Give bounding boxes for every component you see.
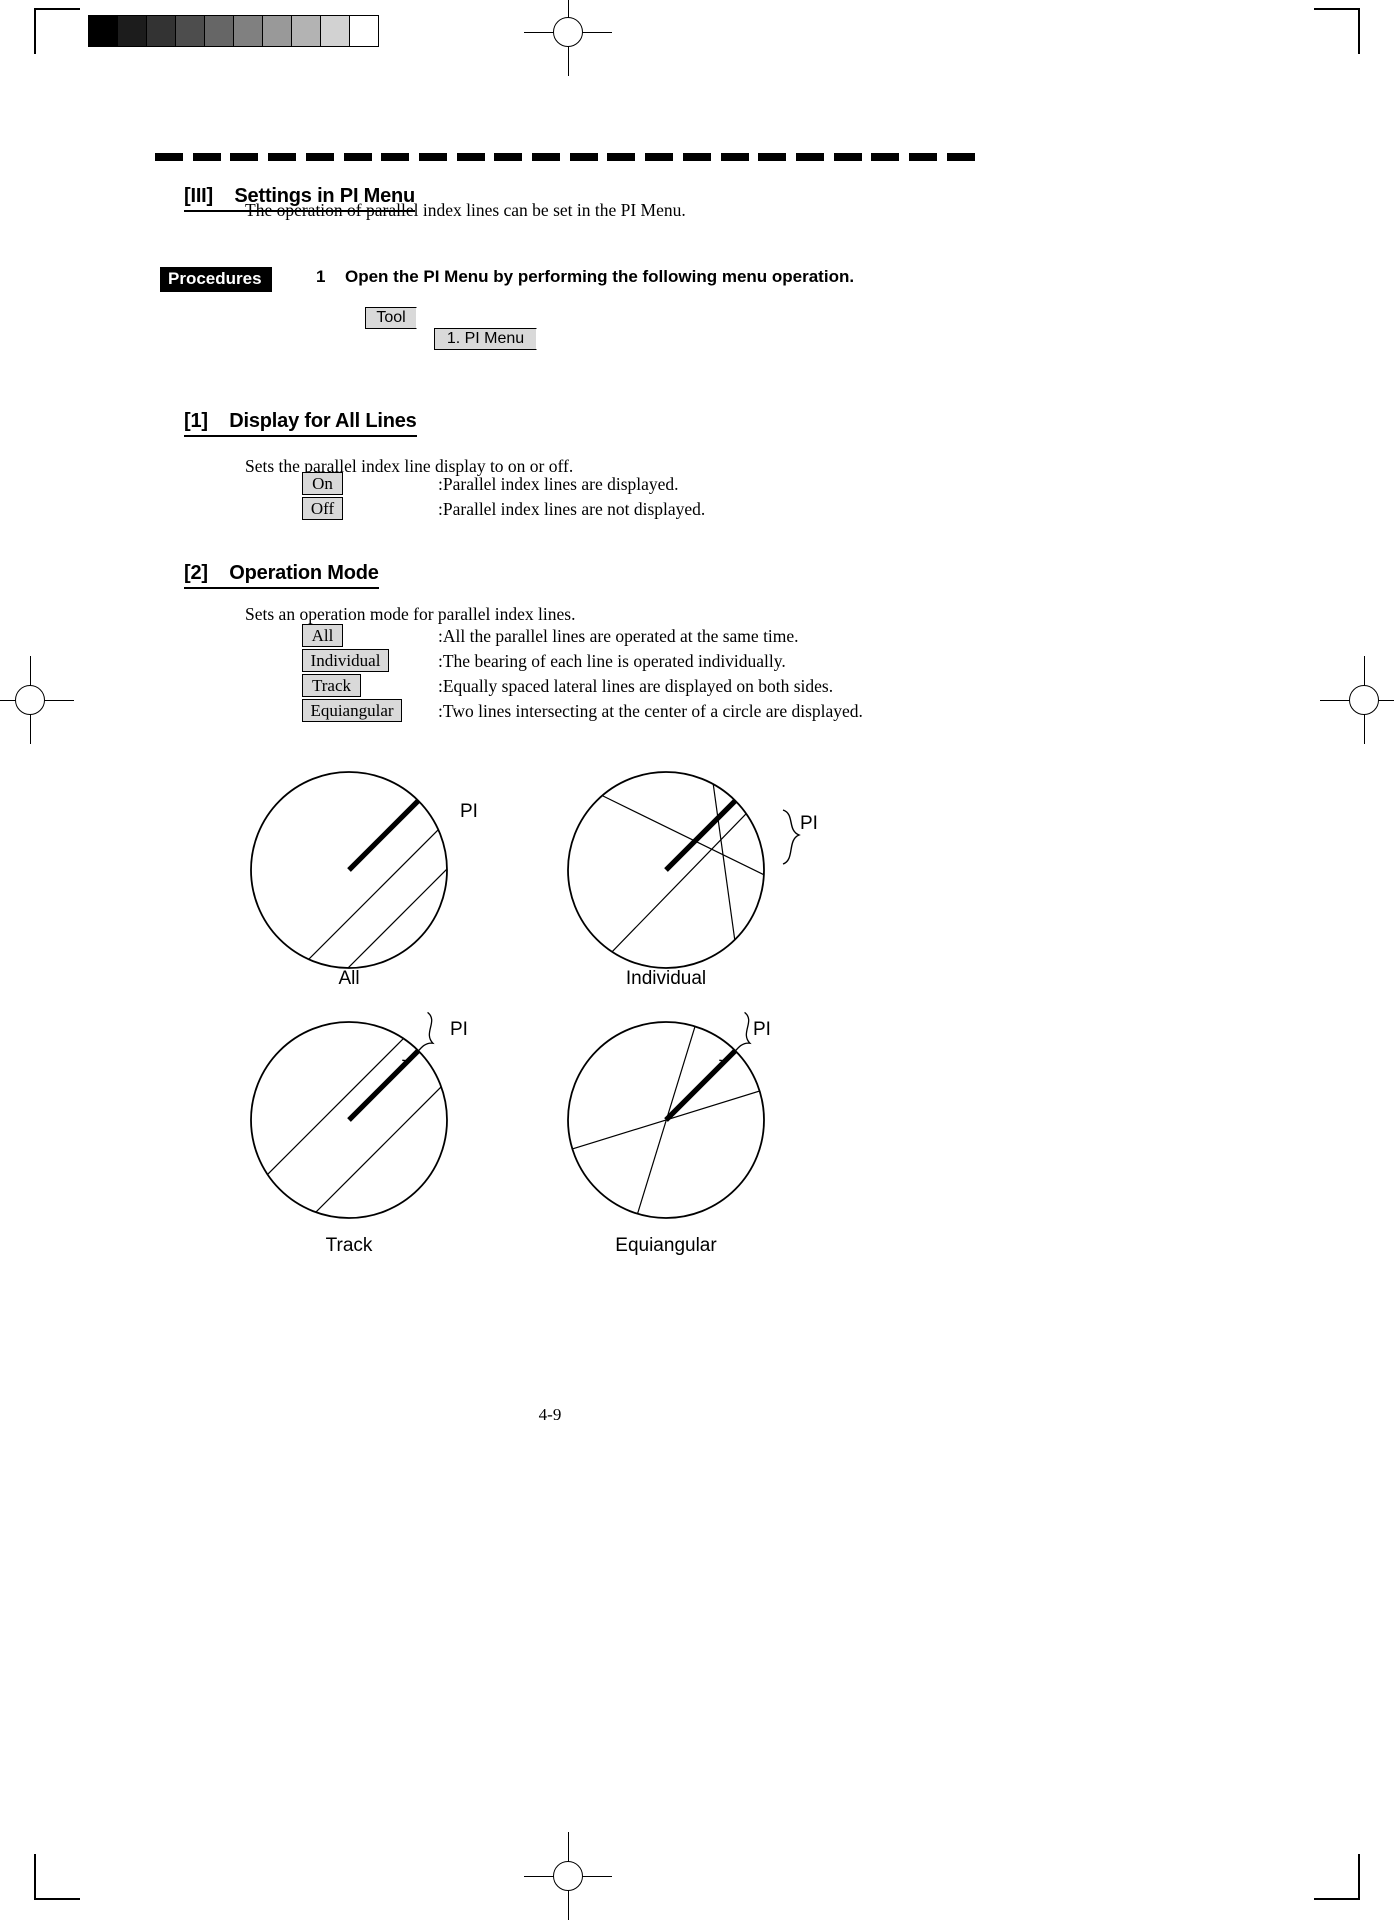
heading-operation-mode: [2] Operation Mode — [184, 562, 379, 589]
option-description-off: :Parallel index lines are not displayed. — [438, 499, 706, 519]
option-key-individual[interactable]: Individual — [302, 649, 389, 672]
procedure-step-number: 1 — [316, 267, 326, 286]
registration-cross-left — [0, 656, 74, 744]
option-key-on[interactable]: On — [302, 472, 343, 495]
diagram-equiangular — [567, 1011, 765, 1219]
option-description-on: :Parallel index lines are displayed. — [438, 474, 679, 494]
rule-dash — [230, 153, 259, 161]
option-key-equiangular[interactable]: Equiangular — [302, 699, 402, 722]
pi-label-individual: PI — [800, 813, 818, 834]
rule-dash — [569, 153, 598, 161]
option-description-individual: :The bearing of each line is operated in… — [438, 651, 786, 671]
rule-dash — [532, 153, 561, 161]
rule-dash — [871, 153, 900, 161]
rule-dash — [946, 153, 975, 161]
page-number: 4-9 — [538, 1405, 562, 1424]
pi-label-all: PI — [460, 801, 478, 822]
crop-mark-top-right — [1314, 8, 1360, 54]
option-key-track[interactable]: Track — [302, 674, 361, 697]
pi-label-equiangular: PI — [753, 1019, 771, 1040]
intro-paragraph: The operation of parallel index lines ca… — [245, 200, 686, 220]
rule-dash — [682, 153, 711, 161]
gray-step-9 — [350, 16, 378, 46]
rule-dash — [645, 153, 674, 161]
rule-dash — [268, 153, 297, 161]
rule-dash — [343, 153, 372, 161]
rule-dash — [381, 153, 410, 161]
menu-key-pi-menu[interactable]: 1. PI Menu — [434, 328, 537, 350]
rule-dash — [758, 153, 787, 161]
option-description-track: :Equally spaced lateral lines are displa… — [438, 676, 834, 696]
gray-step-8 — [321, 16, 350, 46]
registration-cross-right — [1320, 656, 1394, 744]
figure-caption-all: All — [338, 968, 360, 989]
diagram-all — [250, 771, 448, 969]
option-key-off[interactable]: Off — [302, 497, 343, 520]
rule-dash — [607, 153, 636, 161]
figure-caption-individual: Individual — [625, 968, 707, 989]
registration-cross-top — [524, 0, 612, 76]
registration-cross-bottom — [524, 1832, 612, 1920]
rule-dash — [418, 153, 447, 161]
option-description-all: :All the parallel lines are operated at … — [438, 626, 799, 646]
grayscale-step-wedge — [88, 15, 379, 47]
gray-step-6 — [263, 16, 292, 46]
rule-dash — [192, 153, 221, 161]
rule-dash — [795, 153, 824, 161]
gray-step-2 — [147, 16, 176, 46]
gray-step-3 — [176, 16, 205, 46]
figure-caption-track: Track — [325, 1235, 373, 1256]
figure-caption-equiangular: Equiangular — [615, 1235, 717, 1256]
crop-mark-bottom-left — [34, 1854, 80, 1900]
brace-icon — [782, 809, 801, 865]
gray-step-5 — [234, 16, 263, 46]
procedures-tag: Procedures — [160, 267, 272, 293]
gray-step-0 — [89, 16, 118, 46]
gray-step-4 — [205, 16, 234, 46]
operation-mode-description: Sets an operation mode for parallel inde… — [245, 604, 576, 624]
rule-dash — [456, 153, 485, 161]
pi-label-track: PI — [450, 1019, 468, 1040]
rule-dash — [305, 153, 334, 161]
heading-display-for-all-lines: [1] Display for All Lines — [184, 410, 417, 437]
section-divider-dashed-rule — [155, 153, 975, 161]
gray-step-1 — [118, 16, 147, 46]
option-description-equiangular: :Two lines intersecting at the center of… — [438, 701, 863, 721]
crop-mark-bottom-right — [1314, 1854, 1360, 1900]
menu-key-tool[interactable]: Tool — [365, 307, 417, 329]
diagram-individual — [567, 771, 801, 969]
rule-dash — [720, 153, 749, 161]
rule-dash — [494, 153, 523, 161]
procedure-step-text: Open the PI Menu by performing the follo… — [345, 267, 855, 286]
crop-mark-top-left — [34, 8, 80, 54]
option-key-all[interactable]: All — [302, 624, 343, 647]
rule-dash — [909, 153, 938, 161]
diagram-track — [250, 1011, 448, 1219]
rule-dash — [155, 153, 183, 161]
rule-dash — [833, 153, 862, 161]
gray-step-7 — [292, 16, 321, 46]
